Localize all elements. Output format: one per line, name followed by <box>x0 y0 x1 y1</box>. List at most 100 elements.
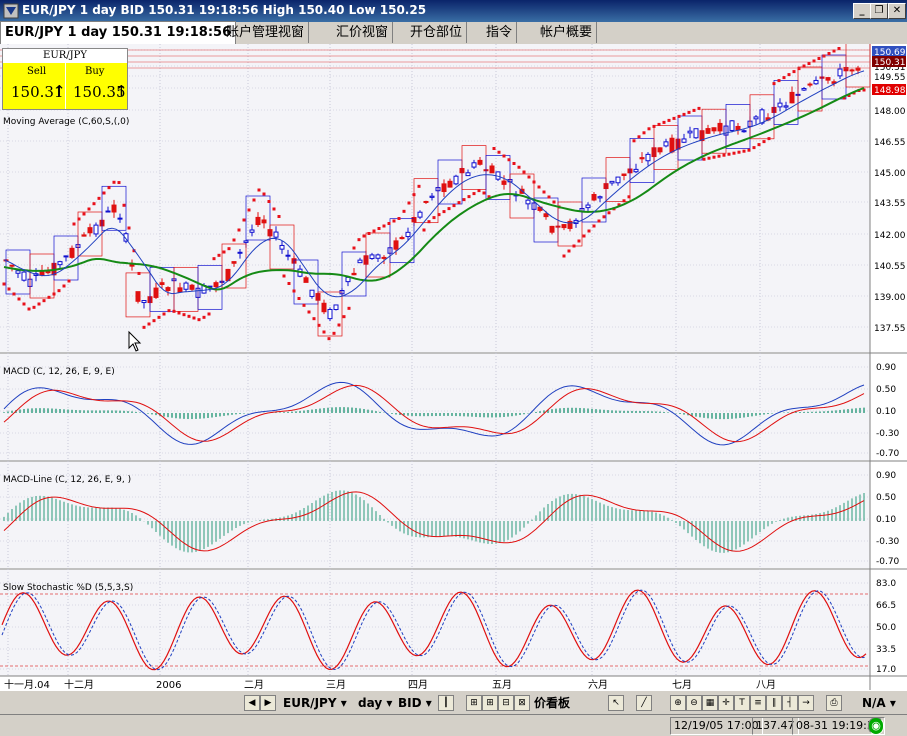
cursor-date: 12/19/05 17:00 <box>670 717 763 735</box>
pointer-icon[interactable]: ↖ <box>608 695 624 711</box>
sar-dot <box>222 250 226 254</box>
sar-dot <box>137 271 141 275</box>
sar-dot <box>592 224 596 228</box>
macd-axis-label: -0.30 <box>876 429 900 439</box>
candle-body <box>633 168 639 173</box>
sar-dot <box>582 234 586 238</box>
sar-dot <box>727 152 731 156</box>
sar-dot <box>637 135 641 139</box>
x-axis-label: 三月 <box>326 679 346 690</box>
candle-body <box>405 231 411 238</box>
candle-body <box>63 255 69 258</box>
sar-dot <box>307 310 311 314</box>
sar-dot <box>92 202 96 206</box>
indicator-icon[interactable]: ⊠ <box>514 695 530 711</box>
sell-up-arrow-icon: ↑ <box>53 82 66 100</box>
na-dropdown[interactable]: N/A ▾ <box>862 694 896 712</box>
sar-dot <box>197 318 201 322</box>
candle-body <box>369 254 375 260</box>
arrow-tool-icon[interactable]: → <box>798 695 814 711</box>
grid-icon[interactable]: ▦ <box>702 695 718 711</box>
minimize-button[interactable]: _ <box>853 3 871 19</box>
price-board-button[interactable]: 价看板 <box>534 694 570 712</box>
sar-dot <box>777 79 781 83</box>
restore-button[interactable]: ❐ <box>870 3 888 19</box>
tab-quotes[interactable]: 汇价视窗 <box>332 22 394 43</box>
period-dropdown[interactable]: day ▾ <box>358 694 392 712</box>
text-tool-icon[interactable]: T <box>734 695 750 711</box>
sar-dot <box>357 238 361 242</box>
candle-chart-icon[interactable]: ⊟ <box>498 695 514 711</box>
candle-body <box>591 193 597 201</box>
candle-body <box>81 234 87 237</box>
ticket-pair: EUR/JPY <box>3 49 127 63</box>
zoom-out-icon[interactable]: ⊖ <box>686 695 702 711</box>
candle-body <box>177 287 183 293</box>
ruler-icon[interactable]: ┤ <box>782 695 798 711</box>
sar-dot <box>362 234 366 238</box>
symbol-dropdown[interactable]: EUR/JPY ▾ <box>283 694 347 712</box>
sar-dot <box>182 313 186 317</box>
channel-icon[interactable]: ∥ <box>766 695 782 711</box>
candle-body <box>261 219 267 224</box>
sar-dot <box>232 238 236 242</box>
sar-dot <box>332 331 336 335</box>
side-dropdown[interactable]: BID ▾ <box>398 694 432 712</box>
sar-dot <box>217 253 221 257</box>
sar-dot <box>747 148 751 152</box>
fib-icon[interactable]: ≡ <box>750 695 766 711</box>
candle-body <box>423 200 429 203</box>
candle-body <box>255 216 261 226</box>
candle-body <box>489 165 495 174</box>
sar-dot <box>302 303 306 307</box>
window-title: EUR/JPY 1 day BID 150.31 19:18:56 High 1… <box>22 3 427 17</box>
sar-dot <box>32 305 36 309</box>
candle-body <box>597 196 603 199</box>
scroll-right-icon[interactable]: ▶ <box>260 695 276 711</box>
tab-account-summary[interactable]: 帐户概要 <box>536 22 598 43</box>
sar-dot <box>127 226 131 230</box>
sar-dot <box>227 247 231 251</box>
sar-dot <box>657 122 661 126</box>
candle-body <box>645 153 651 162</box>
sar-dot <box>782 76 786 80</box>
draw-line-icon[interactable]: ╱ <box>636 695 652 711</box>
candle-body <box>117 217 123 220</box>
crosshair-icon[interactable]: ✛ <box>718 695 734 711</box>
sar-dot <box>397 217 401 220</box>
price-axis-label: 137.55 <box>874 324 906 334</box>
print-icon[interactable]: ⎙ <box>826 695 842 711</box>
sar-dot <box>262 192 266 196</box>
sar-dot <box>802 64 806 68</box>
zoom-in-icon[interactable]: ⊕ <box>670 695 686 711</box>
candle-body <box>777 102 783 108</box>
tab-account-management[interactable]: 账户管理视窗 <box>222 22 310 43</box>
candle-body <box>87 227 93 234</box>
sar-dot <box>762 140 766 144</box>
line-chart-icon[interactable]: ⊞ <box>466 695 482 711</box>
sar-dot <box>587 229 591 233</box>
sar-dot <box>402 209 406 213</box>
sar-dot <box>187 314 191 318</box>
tab-open-positions[interactable]: 开仓部位 <box>406 22 468 43</box>
tab-chart[interactable]: EUR/JPY 1 day 150.31 19:18:56 <box>0 21 237 44</box>
bar-chart-icon[interactable]: ⊞ <box>482 695 498 711</box>
sar-dot <box>662 120 666 124</box>
buy-label: Buy <box>85 66 105 77</box>
close-button[interactable]: ✕ <box>888 3 906 19</box>
stochastic-axis-label: 17.0 <box>876 665 896 675</box>
scroll-left-icon[interactable]: ◀ <box>244 695 260 711</box>
sar-dot <box>507 158 511 162</box>
candle-type-icon[interactable]: ┃ <box>438 695 454 711</box>
sar-dot <box>532 180 536 184</box>
sar-dot <box>122 203 126 207</box>
candle-body <box>525 199 531 205</box>
deal-ticket[interactable]: EUR/JPY Sell Buy 150.31 ↑ 150.35 ↑ <box>2 48 128 110</box>
sar-dot <box>237 228 241 232</box>
sar-dot <box>552 200 556 204</box>
sar-dot <box>457 201 461 205</box>
chart-area[interactable]: 151.69150.31149.55148.98148.00146.55145.… <box>0 44 907 690</box>
sar-dot <box>742 149 746 153</box>
sar-dot <box>497 150 501 154</box>
tab-orders[interactable]: 指令 <box>482 22 518 43</box>
